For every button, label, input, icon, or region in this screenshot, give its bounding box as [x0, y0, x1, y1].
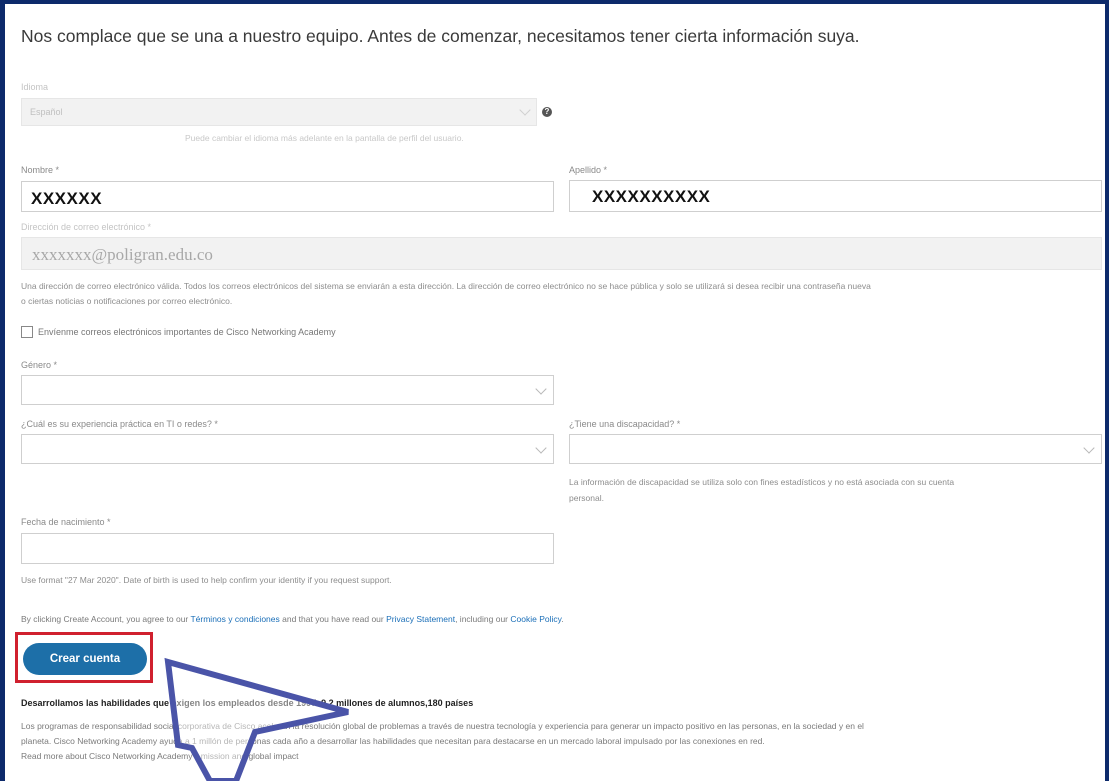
arrow-shape	[164, 657, 349, 781]
arrow-annotation	[164, 657, 349, 781]
